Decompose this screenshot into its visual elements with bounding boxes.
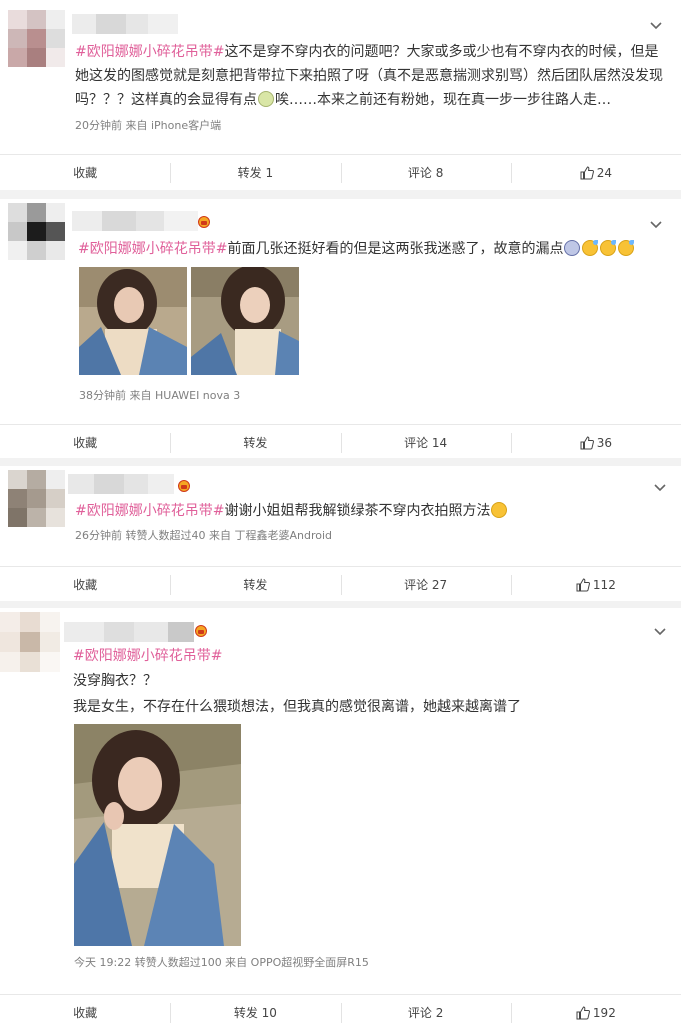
comment-button[interactable]: 评论 2 xyxy=(340,995,511,1030)
post-photo[interactable] xyxy=(191,267,299,375)
comment-button[interactable]: 评论 8 xyxy=(340,155,511,190)
post-card: #欧阳娜娜小碎花吊带#谢谢小姐姐帮我解锁绿茶不穿内衣拍照方法 26分钟前 转赞人… xyxy=(0,466,681,601)
avatar[interactable] xyxy=(8,10,65,67)
repost-button[interactable]: 转发 1 xyxy=(170,155,340,190)
vip-crown-icon xyxy=(195,625,207,637)
username[interactable] xyxy=(68,474,174,494)
post-text: #欧阳娜娜小碎花吊带#谢谢小姐姐帮我解锁绿茶不穿内衣拍照方法 xyxy=(75,499,671,523)
username[interactable] xyxy=(72,14,178,34)
emoji-icon xyxy=(600,240,617,256)
comment-button[interactable]: 评论 14 xyxy=(340,425,511,460)
post-card: #欧阳娜娜小碎花吊带#这不是穿不穿内衣的问题吧？大家或多或少也有不穿内衣的时候，… xyxy=(0,0,681,190)
post-text: #欧阳娜娜小碎花吊带#前面几张还挺好看的但是这两张我迷惑了，故意的漏点 xyxy=(78,237,674,261)
action-bar: 收藏 转发 1 评论 8 24 xyxy=(0,154,681,190)
vip-crown-icon xyxy=(198,216,210,228)
emoji-icon xyxy=(564,240,581,256)
repost-button[interactable]: 转发 xyxy=(170,567,340,602)
collect-button[interactable]: 收藏 xyxy=(0,995,170,1030)
hashtag-line: #欧阳娜娜小碎花吊带# xyxy=(73,644,222,668)
post-card: #欧阳娜娜小碎花吊带#前面几张还挺好看的但是这两张我迷惑了，故意的漏点 38分钟… xyxy=(0,199,681,458)
avatar[interactable] xyxy=(8,203,65,260)
post-meta: 26分钟前 转赞人数超过40 来自 丁程鑫老婆Android xyxy=(75,529,333,542)
username[interactable] xyxy=(64,622,194,642)
collect-button[interactable]: 收藏 xyxy=(0,155,170,190)
post-meta: 20分钟前 来自 iPhone客户端 xyxy=(75,119,222,132)
username[interactable] xyxy=(72,211,198,231)
post-text: 我是女生，不存在什么猥琐想法，但我真的感觉很离谱，她越来越离谱了 xyxy=(73,699,521,715)
avatar[interactable] xyxy=(0,612,60,672)
hashtag-link[interactable]: #欧阳娜娜小碎花吊带# xyxy=(75,503,224,519)
hashtag-link[interactable]: #欧阳娜娜小碎花吊带# xyxy=(73,648,222,664)
chevron-down-icon[interactable] xyxy=(650,219,662,231)
comment-button[interactable]: 评论 27 xyxy=(340,567,511,602)
action-bar: 收藏 转发 10 评论 2 192 xyxy=(0,994,681,1030)
post-photo[interactable] xyxy=(79,267,187,375)
like-button[interactable]: 24 xyxy=(510,155,681,190)
hashtag-link[interactable]: #欧阳娜娜小碎花吊带# xyxy=(78,241,227,257)
like-button[interactable]: 112 xyxy=(510,567,681,602)
collect-button[interactable]: 收藏 xyxy=(0,567,170,602)
collect-button[interactable]: 收藏 xyxy=(0,425,170,460)
repost-button[interactable]: 转发 xyxy=(170,425,340,460)
emoji-icon xyxy=(258,91,274,107)
post-card: #欧阳娜娜小碎花吊带# 没穿胸衣？？ 我是女生，不存在什么猥琐想法，但我真的感觉… xyxy=(0,608,681,1033)
like-button[interactable]: 36 xyxy=(510,425,681,460)
chevron-down-icon[interactable] xyxy=(650,20,662,32)
thumbs-up-icon xyxy=(576,577,590,591)
repost-button[interactable]: 转发 10 xyxy=(170,995,340,1030)
post-text: #欧阳娜娜小碎花吊带#这不是穿不穿内衣的问题吧？大家或多或少也有不穿内衣的时候，… xyxy=(75,44,663,108)
post-meta: 今天 19:22 转赞人数超过100 来自 OPPO超视野全面屏R15 xyxy=(74,956,369,969)
post-text: 没穿胸衣？？ xyxy=(73,673,157,689)
hashtag-link[interactable]: #欧阳娜娜小碎花吊带# xyxy=(75,44,224,60)
chevron-down-icon[interactable] xyxy=(654,626,666,638)
action-bar: 收藏 转发 评论 27 112 xyxy=(0,566,681,602)
chevron-down-icon[interactable] xyxy=(654,482,666,494)
post-photo[interactable] xyxy=(74,724,241,946)
thumbs-up-icon xyxy=(580,165,594,179)
action-bar: 收藏 转发 评论 14 36 xyxy=(0,424,681,460)
emoji-icon xyxy=(491,502,508,518)
vip-crown-icon xyxy=(178,480,190,492)
post-meta: 38分钟前 来自 HUAWEI nova 3 xyxy=(79,389,241,402)
emoji-icon xyxy=(618,240,635,256)
thumbs-up-icon xyxy=(580,435,594,449)
like-button[interactable]: 192 xyxy=(510,995,681,1030)
emoji-icon xyxy=(582,240,599,256)
thumbs-up-icon xyxy=(576,1005,590,1019)
avatar[interactable] xyxy=(8,470,65,527)
